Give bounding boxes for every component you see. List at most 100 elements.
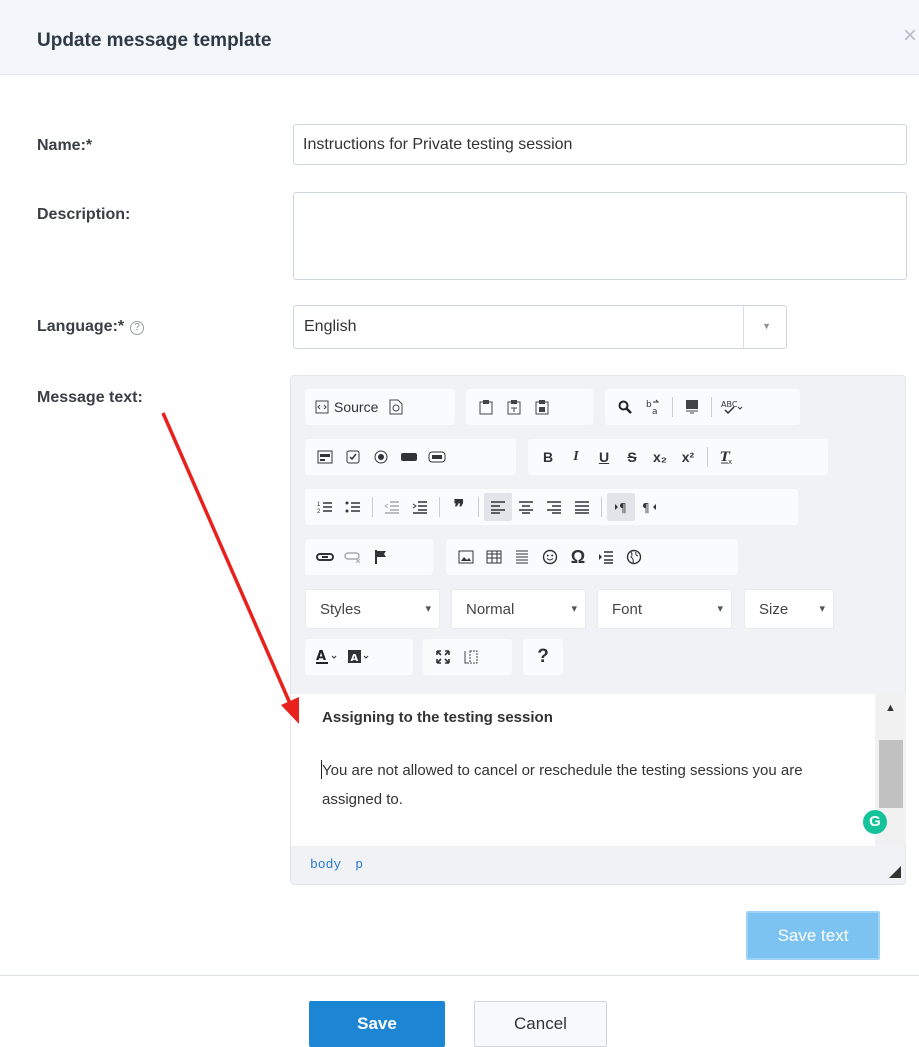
replace-icon[interactable]: ba [639,393,667,421]
paste-icon[interactable] [472,393,500,421]
checkbox-icon[interactable] [339,443,367,471]
toolbar-group-colors: A A [305,639,413,675]
smiley-icon[interactable] [536,543,564,571]
anchor-flag-icon[interactable] [367,543,395,571]
toolbar-separator [601,497,602,517]
underline-button[interactable]: U [590,443,618,471]
description-input[interactable] [293,192,907,280]
horizontal-line-icon[interactable] [508,543,536,571]
dialog-header: Update message template × [0,0,919,75]
chevron-down-icon: ▼ [762,321,771,331]
chevron-down-icon: ▾ [425,603,431,615]
toolbar-group-forms [305,439,516,475]
help-icon[interactable]: ? [130,321,145,335]
radio-icon[interactable] [367,443,395,471]
unlink-icon[interactable] [339,543,367,571]
size-combo[interactable]: Size ▾ [744,589,834,629]
toolbar-group-tools [423,639,512,675]
styles-combo[interactable]: Styles ▾ [305,589,440,629]
maximize-icon[interactable] [429,643,457,671]
remove-format-icon[interactable]: Tx [713,443,741,471]
format-combo[interactable]: Normal ▾ [451,589,586,629]
help-button[interactable]: ? [529,643,557,671]
toolbar-separator [439,497,440,517]
scrollbar-thumb[interactable] [879,740,903,808]
select-all-icon[interactable] [678,393,706,421]
bold-button[interactable]: B [534,443,562,471]
language-label: Language:* [37,318,125,335]
image-icon[interactable] [452,543,480,571]
link-icon[interactable] [311,543,339,571]
toolbar-group-links [305,539,433,575]
size-combo-label: Size [759,601,789,618]
save-text-button[interactable]: Save text [746,911,880,960]
ltr-icon[interactable]: ¶ [607,493,635,521]
page-break-icon[interactable] [592,543,620,571]
italic-button[interactable]: I [562,443,590,471]
svg-text:¶: ¶ [619,501,627,514]
align-left-icon[interactable] [484,493,512,521]
subscript-button[interactable]: x₂ [646,443,674,471]
scroll-up-icon[interactable]: ▲ [885,702,896,714]
indent-icon[interactable] [406,493,434,521]
iframe-globe-icon[interactable] [620,543,648,571]
source-button[interactable]: Source [311,393,382,421]
editor-heading: Assigning to the testing session [322,709,553,726]
strikethrough-button[interactable]: S [618,443,646,471]
toolbar-separator [707,447,708,467]
toolbar-separator [478,497,479,517]
preview-icon[interactable] [382,393,410,421]
resize-handle-icon[interactable] [889,866,901,878]
numbered-list-icon[interactable]: 12 [311,493,339,521]
message-text-label: Message text: [37,389,143,406]
format-combo-label: Normal [466,601,515,618]
bulleted-list-icon[interactable] [339,493,367,521]
name-input[interactable] [293,124,907,165]
paste-word-icon[interactable] [528,393,556,421]
toolbar-group-clipboard [466,389,593,425]
chevron-down-icon: ▾ [717,603,723,615]
font-combo[interactable]: Font ▾ [597,589,732,629]
form-icon[interactable] [311,443,339,471]
footer-divider [0,975,919,976]
element-path: body p [310,857,377,872]
path-item-p[interactable]: p [355,857,363,872]
text-field-icon[interactable] [395,443,423,471]
special-char-icon[interactable]: Ω [564,543,592,571]
toolbar-group-basicstyles: B I U S x₂ x² Tx [528,439,828,475]
button-icon[interactable] [423,443,451,471]
show-blocks-icon[interactable] [457,643,485,671]
toolbar-group-editing: ba ABC [605,389,800,425]
cancel-button[interactable]: Cancel [474,1001,607,1047]
background-color-icon[interactable]: A [343,643,375,671]
rtl-icon[interactable]: ¶ [635,493,663,521]
toolbar-group-insert: Ω [446,539,738,575]
language-select[interactable]: English ▼ [293,305,787,349]
chevron-down-icon: ▾ [819,603,825,615]
chevron-down-icon: ▾ [571,603,577,615]
toolbar-group-about: ? [523,639,563,675]
source-label: Source [334,399,379,415]
align-center-icon[interactable] [512,493,540,521]
save-button[interactable]: Save [309,1001,445,1047]
paste-text-icon[interactable] [500,393,528,421]
align-justify-icon[interactable] [568,493,596,521]
superscript-button[interactable]: x² [674,443,702,471]
grammarly-icon[interactable]: G [863,810,887,834]
description-label: Description: [37,206,131,223]
blockquote-icon[interactable]: ❞ [445,493,473,521]
svg-text:¶: ¶ [642,501,650,514]
svg-text:2: 2 [317,509,321,514]
spellcheck-icon[interactable]: ABC [717,393,747,421]
outdent-icon[interactable] [378,493,406,521]
table-icon[interactable] [480,543,508,571]
editor-content[interactable]: Assigning to the testing session You are… [291,694,875,846]
path-item-body[interactable]: body [310,857,341,872]
toolbar-group-paragraph: 12 ❞ ¶ ¶ [305,489,798,525]
svg-text:A: A [316,649,326,664]
close-icon[interactable]: × [903,24,917,48]
text-color-icon[interactable]: A [311,643,343,671]
language-select-value: English [304,318,357,335]
align-right-icon[interactable] [540,493,568,521]
find-icon[interactable] [611,393,639,421]
